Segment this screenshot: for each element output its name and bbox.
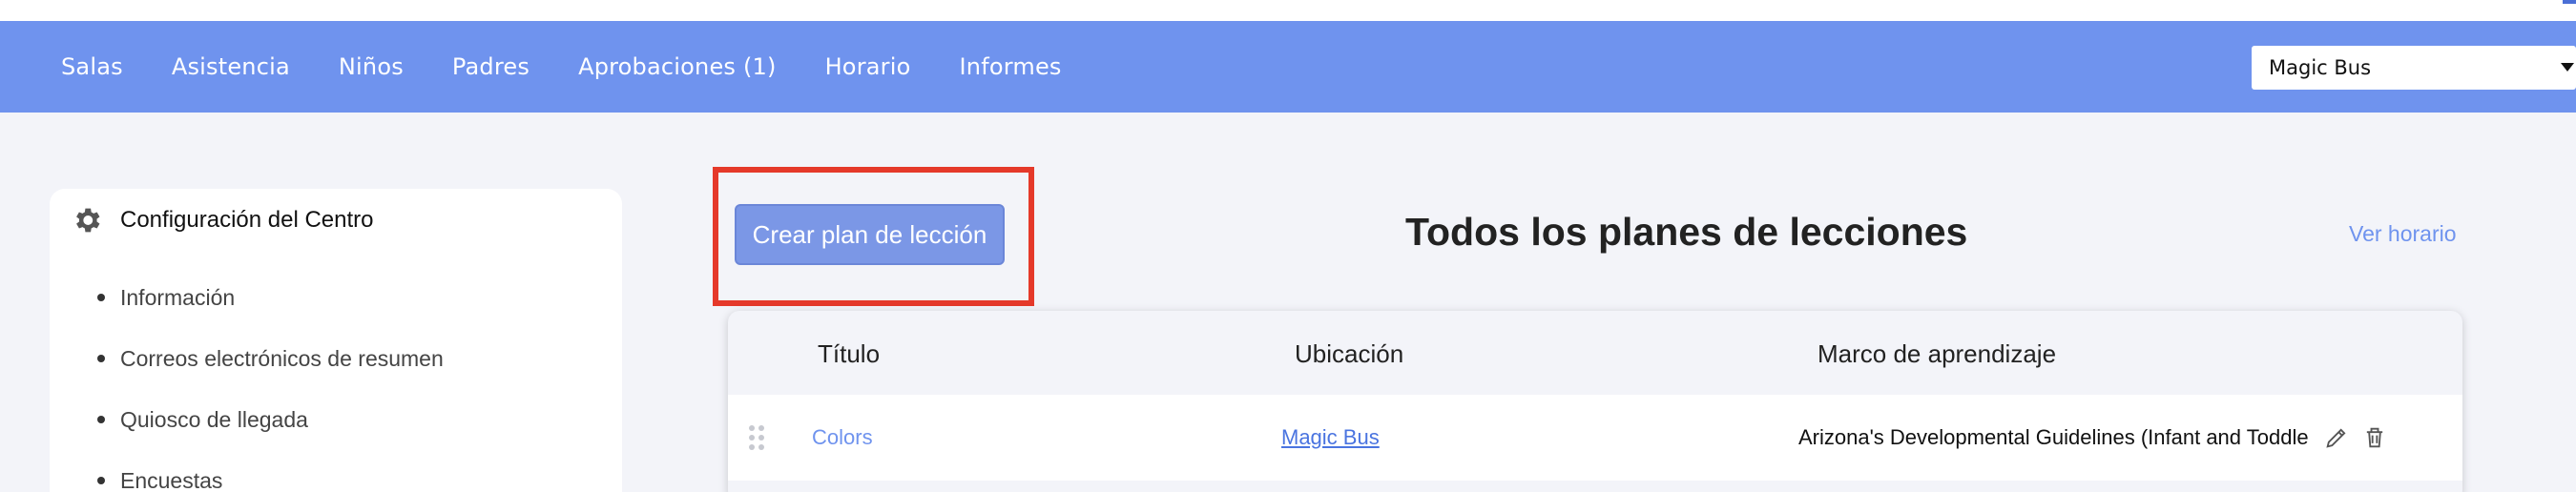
lesson-title-link[interactable]: Colors: [812, 425, 873, 450]
table-row: Colors Magic Bus Arizona's Developmental…: [728, 395, 2462, 481]
gear-icon: [76, 208, 100, 233]
center-select[interactable]: Magic Bus: [2252, 46, 2576, 90]
sidebar-item-label: Información: [120, 284, 236, 310]
bullet: [97, 416, 105, 423]
trash-icon[interactable]: [2361, 423, 2388, 452]
nav-link-informes[interactable]: Informes: [960, 53, 1062, 80]
sidebar-item-informacion[interactable]: Información: [97, 267, 444, 328]
sidebar-list: Información Correos electrónicos de resu…: [97, 267, 444, 492]
drag-handle-icon[interactable]: [749, 425, 766, 450]
sidebar-item-quiosco[interactable]: Quiosco de llegada: [97, 389, 444, 450]
chevron-down-icon: [2561, 63, 2574, 72]
sidebar-item-correos[interactable]: Correos electrónicos de resumen: [97, 328, 444, 389]
column-header-title[interactable]: Título: [818, 339, 880, 369]
nav-link-horario[interactable]: Horario: [825, 53, 911, 80]
corner-mark: [2563, 0, 2576, 4]
view-schedule-link[interactable]: Ver horario: [2349, 221, 2457, 247]
nav-link-asistencia[interactable]: Asistencia: [172, 53, 290, 80]
sidebar-header[interactable]: Configuración del Centro: [71, 204, 374, 236]
nav-link-padres[interactable]: Padres: [452, 53, 530, 80]
pencil-icon[interactable]: [2323, 423, 2350, 452]
location-link[interactable]: Magic Bus: [1281, 425, 1380, 450]
center-select-value: Magic Bus: [2269, 56, 2372, 79]
sidebar-title: Configuración del Centro: [120, 207, 374, 233]
nav-links: Salas Asistencia Niños Padres Aprobacion…: [61, 21, 1111, 113]
table-header: Título Ubicación Marco de aprendizaje: [728, 311, 2462, 395]
page-title: Todos los planes de lecciones: [1405, 210, 1968, 254]
app-window: Salas Asistencia Niños Padres Aprobacion…: [0, 0, 2576, 492]
sidebar-item-label: Quiosco de llegada: [120, 406, 308, 432]
sidebar-item-label: Encuestas: [120, 467, 223, 492]
top-navbar: Salas Asistencia Niños Padres Aprobacion…: [0, 21, 2576, 113]
nav-link-salas[interactable]: Salas: [61, 53, 123, 80]
column-header-location[interactable]: Ubicación: [1295, 339, 1403, 369]
sidebar-item-label: Correos electrónicos de resumen: [120, 345, 444, 371]
nav-link-ninos[interactable]: Niños: [339, 53, 404, 80]
framework-cell: Arizona's Developmental Guidelines (Infa…: [1798, 425, 2309, 449]
top-strip: [0, 0, 2576, 21]
bullet: [97, 294, 105, 301]
sidebar-item-encuestas[interactable]: Encuestas: [97, 450, 444, 492]
bullet: [97, 355, 105, 362]
lesson-plans-table: Título Ubicación Marco de aprendizaje Co…: [728, 311, 2462, 492]
column-header-framework[interactable]: Marco de aprendizaje: [1818, 339, 2056, 369]
nav-link-aprobaciones[interactable]: Aprobaciones (1): [578, 53, 776, 80]
create-lesson-plan-button[interactable]: Crear plan de lección: [735, 204, 1005, 265]
bullet: [97, 477, 105, 484]
settings-sidebar: Configuración del Centro Información Cor…: [50, 189, 622, 492]
